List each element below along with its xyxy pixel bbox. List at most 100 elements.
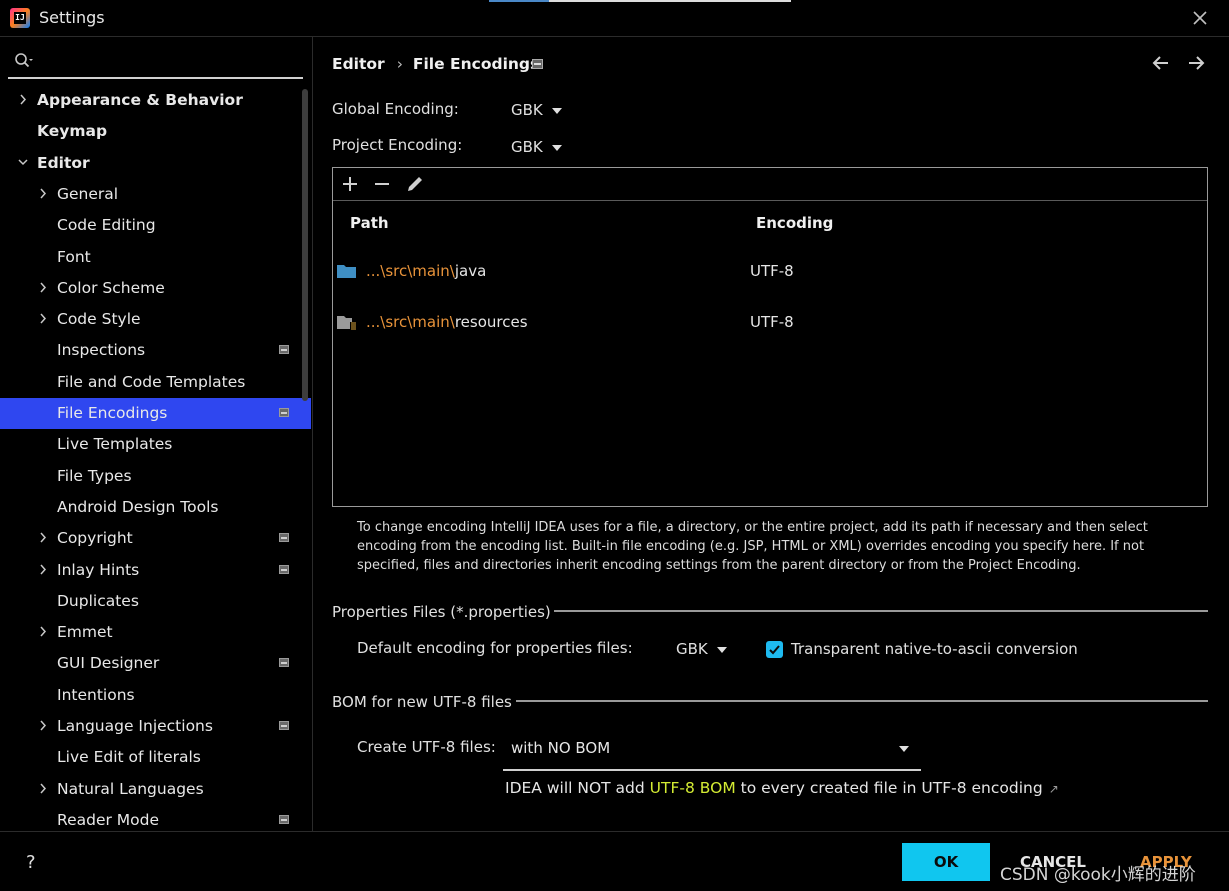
sidebar-item-copyright[interactable]: Copyright: [0, 523, 311, 554]
sidebar-item-android-design-tools[interactable]: Android Design Tools: [0, 492, 311, 523]
sidebar-item-duplicates[interactable]: Duplicates: [0, 586, 311, 617]
create-utf8-files-value: with NO BOM: [511, 739, 611, 757]
table-row[interactable]: ...\src\main\resources UTF-8: [333, 303, 1207, 343]
sidebar-item-live-templates[interactable]: Live Templates: [0, 429, 311, 460]
global-encoding-select[interactable]: GBK: [511, 101, 562, 119]
bom-note: IDEA will NOT add UTF-8 BOM to every cre…: [505, 779, 1059, 797]
ok-button[interactable]: OK: [902, 843, 990, 881]
sidebar-item-label: Intentions: [57, 685, 135, 704]
project-encoding-value: GBK: [511, 138, 543, 156]
table-row[interactable]: ...\src\main\java UTF-8: [333, 252, 1207, 292]
properties-encoding-select[interactable]: GBK: [676, 640, 727, 658]
chevron-right-icon[interactable]: [36, 304, 50, 334]
project-scope-icon: [279, 533, 289, 543]
breadcrumb-parent[interactable]: Editor: [332, 55, 385, 73]
dropdown-arrow-icon: [716, 646, 727, 653]
project-scope-icon: [279, 345, 289, 355]
external-link-icon[interactable]: ↗: [1049, 782, 1059, 796]
sidebar-item-natural-languages[interactable]: Natural Languages: [0, 774, 311, 805]
tab-strip-indicator: [489, 0, 791, 2]
sidebar-item-appearance-behavior[interactable]: Appearance & Behavior: [0, 85, 311, 116]
section-divider: [554, 610, 1208, 612]
sidebar-item-keymap[interactable]: Keymap: [0, 116, 311, 147]
chevron-right-icon[interactable]: [36, 774, 50, 804]
chevron-right-icon[interactable]: [36, 273, 50, 303]
sidebar-item-color-scheme[interactable]: Color Scheme: [0, 273, 311, 304]
close-icon[interactable]: [1189, 7, 1211, 29]
transparent-native-to-ascii-checkbox[interactable]: [766, 641, 783, 658]
create-utf8-files-select[interactable]: with NO BOM: [503, 733, 921, 771]
encoding-cell[interactable]: UTF-8: [750, 313, 794, 331]
sidebar-item-file-types[interactable]: File Types: [0, 461, 311, 492]
project-scope-icon: [279, 814, 289, 824]
sidebar-item-label: Android Design Tools: [57, 497, 219, 516]
sidebar-item-label: Inspections: [57, 341, 146, 360]
edit-pencil-icon[interactable]: [403, 171, 427, 197]
project-encoding-select[interactable]: GBK: [511, 138, 562, 156]
chevron-right-icon[interactable]: [36, 555, 50, 585]
dropdown-arrow-icon: [899, 746, 909, 752]
source-folder-icon: [337, 263, 356, 278]
bom-note-link[interactable]: UTF-8 BOM: [650, 779, 736, 797]
sidebar-item-intentions[interactable]: Intentions: [0, 680, 311, 711]
encoding-cell[interactable]: UTF-8: [750, 262, 794, 280]
search-icon: [14, 52, 33, 70]
sidebar-scrollbar[interactable]: [302, 89, 308, 401]
help-button[interactable]: ?: [26, 852, 36, 873]
chevron-right-icon[interactable]: [36, 179, 50, 209]
resources-folder-icon: [337, 314, 357, 330]
path-cell: ...\src\main\resources: [366, 313, 528, 331]
sidebar-item-inlay-hints[interactable]: Inlay Hints: [0, 555, 311, 586]
encoding-column-header[interactable]: Encoding: [756, 214, 833, 232]
sidebar-item-code-style[interactable]: Code Style: [0, 304, 311, 335]
transparent-native-to-ascii-label[interactable]: Transparent native-to-ascii conversion: [791, 640, 1078, 658]
sidebar-item-label: Inlay Hints: [57, 560, 140, 579]
sidebar-item-label: File Types: [57, 466, 132, 485]
project-scope-icon: [532, 59, 543, 69]
sidebar-item-gui-designer[interactable]: GUI Designer: [0, 648, 311, 679]
breadcrumb: Editor › File Encodings: [332, 55, 539, 73]
chevron-right-icon[interactable]: [36, 617, 50, 647]
sidebar-item-general[interactable]: General: [0, 179, 311, 210]
properties-encoding-value: GBK: [676, 640, 708, 658]
sidebar-item-file-encodings[interactable]: File Encodings: [0, 398, 311, 429]
settings-sidebar: Appearance & Behavior Keymap Editor General…: [0, 37, 313, 831]
path-encoding-table: Path Encoding ...\src\main\java UTF-8 ...\…: [332, 167, 1208, 507]
search-input[interactable]: [42, 50, 296, 74]
sidebar-item-editor[interactable]: Editor: [0, 148, 311, 179]
path-prefix: ...\src\main\: [366, 313, 455, 331]
project-scope-icon: [279, 408, 289, 417]
chevron-down-icon[interactable]: [16, 148, 30, 178]
back-arrow-icon[interactable]: [1150, 52, 1172, 74]
sidebar-item-file-and-code-templates[interactable]: File and Code Templates: [0, 367, 311, 398]
chevron-right-icon[interactable]: [36, 711, 50, 741]
project-encoding-label: Project Encoding:: [332, 136, 463, 154]
properties-section-title: Properties Files (*.properties): [332, 603, 551, 621]
breadcrumb-current: File Encodings: [412, 55, 540, 73]
chevron-right-icon[interactable]: [16, 85, 30, 115]
settings-search[interactable]: [8, 46, 303, 79]
intellij-idea-logo-icon: IJ: [10, 8, 30, 28]
chevron-right-icon[interactable]: [36, 523, 50, 553]
global-encoding-value: GBK: [511, 101, 543, 119]
path-column-header[interactable]: Path: [350, 214, 389, 232]
project-scope-icon: [279, 658, 289, 668]
sidebar-item-label: Live Templates: [57, 435, 173, 454]
sidebar-item-label: Live Edit of literals: [57, 748, 201, 767]
bom-section-title: BOM for new UTF-8 files: [332, 693, 512, 711]
add-icon[interactable]: [338, 171, 362, 197]
sidebar-item-label: Duplicates: [57, 591, 139, 610]
forward-arrow-icon[interactable]: [1185, 52, 1207, 74]
remove-icon[interactable]: [370, 171, 394, 197]
sidebar-item-inspections[interactable]: Inspections: [0, 335, 311, 366]
sidebar-item-label: Code Style: [57, 310, 141, 329]
sidebar-item-code-editing[interactable]: Code Editing: [0, 210, 311, 241]
sidebar-item-language-injections[interactable]: Language Injections: [0, 711, 311, 742]
table-toolbar: [333, 168, 1207, 201]
sidebar-item-label: Editor: [37, 153, 90, 172]
sidebar-item-font[interactable]: Font: [0, 242, 311, 273]
sidebar-item-emmet[interactable]: Emmet: [0, 617, 311, 648]
path-prefix: ...\src\main\: [366, 262, 455, 280]
sidebar-item-live-edit-of-literals[interactable]: Live Edit of literals: [0, 742, 311, 773]
sidebar-item-label: Keymap: [37, 122, 108, 141]
